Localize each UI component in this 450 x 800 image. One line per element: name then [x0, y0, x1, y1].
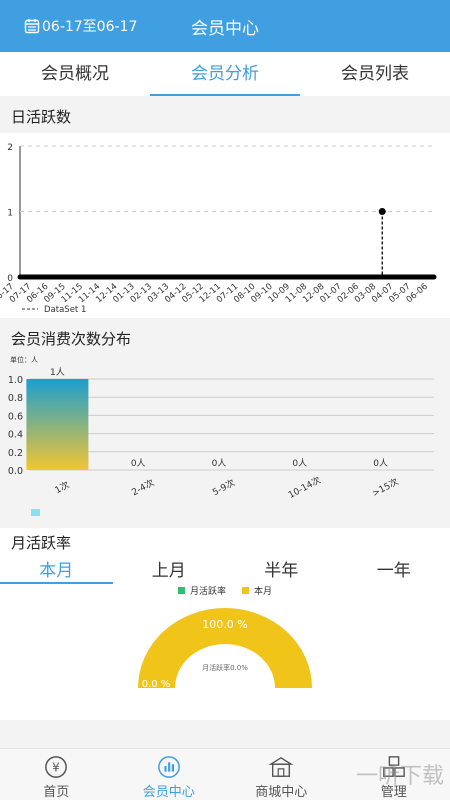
period-tab-last-month[interactable]: 上月: [113, 560, 226, 584]
nav-label-home: 首页: [43, 785, 70, 800]
header-bar: 06-17至06-17 会员中心: [0, 0, 450, 52]
bar-chart-x-tick-label: 1次: [53, 479, 72, 497]
tab-member-list[interactable]: 会员列表: [300, 52, 450, 96]
bar-chart-unit-label: 单位：人: [10, 355, 38, 364]
bar-chart-y-tick-label: 0.2: [8, 448, 23, 459]
period-tab-this-month[interactable]: 本月: [0, 560, 113, 584]
gauge-value-left: 0.0 %: [142, 679, 171, 690]
bar-chart-y-tick-label: 0.0: [8, 466, 23, 477]
chart-icon: [157, 756, 180, 778]
tab-member-analysis[interactable]: 会员分析: [150, 52, 300, 96]
monthly-gauge: 100.0 % 0.0 % 月活跃率0.0%: [138, 608, 312, 690]
daily-active-chart: 01206-1707-1706-1609-1511-1511-1412-1401…: [0, 143, 437, 315]
bar-chart-data-label: 0人: [292, 458, 307, 469]
gauge-value-top: 100.0 %: [202, 618, 247, 631]
period-tabs: 本月 上月 半年 一年: [0, 560, 450, 584]
line-chart-y-tick-label: 1: [7, 209, 13, 219]
monthly-legend: 月活跃率 本月: [0, 583, 450, 597]
bar-chart-legend-swatch: [31, 509, 40, 516]
period-tab-one-year[interactable]: 一年: [338, 560, 450, 584]
daily-active-title: 日活跃数: [11, 108, 72, 126]
legend-item-this-month: 本月: [242, 584, 272, 597]
consumption-chart-wrap: 单位：人 0.0 0.2 0.4 0.6 0.8 1.0 1人 1次 0人 2-4次 0人 5-9次 0人…: [0, 350, 450, 525]
bar-chart-data-label: 0人: [212, 458, 227, 469]
line-chart-point: [378, 208, 386, 215]
legend-swatch-yellow: [242, 586, 249, 594]
monthly-active-title: 月活跃率: [11, 534, 72, 552]
consumption-title: 会员消费次数分布: [11, 330, 132, 348]
bar-chart-y-tick-label: 0.6: [8, 411, 23, 422]
main-tabs: 会员概况 会员分析 会员列表: [0, 52, 450, 96]
legend-swatch-green: [177, 586, 185, 594]
gauge-center-label: 月活跃率0.0%: [202, 663, 248, 672]
consumption-chart: 单位：人 0.0 0.2 0.4 0.6 0.8 1.0 1人 1次 0人 2-4次 0人 5-9次 0人…: [8, 355, 434, 516]
bar-chart-data-label: 0人: [131, 458, 146, 469]
bar-chart-data-label: 0人: [373, 458, 388, 469]
bar-chart-data-label: 1人: [50, 367, 65, 378]
nav-item-home[interactable]: ¥ 首页: [0, 749, 113, 800]
daily-active-card: 0 1 2 06-17 07-17 06-16 09-15 11-15 11-14 12-14 01…: [0, 133, 450, 318]
svg-text:¥: ¥: [52, 761, 60, 775]
period-tab-half-year[interactable]: 半年: [225, 560, 338, 584]
bar-chart-x-tick-label: >15次: [370, 475, 400, 499]
bar-chart-bar: [26, 379, 89, 470]
bar-chart-x-tick-label: 10-14次: [286, 474, 323, 501]
tab-member-overview[interactable]: 会员概况: [0, 52, 150, 96]
watermark: 一听下载: [355, 764, 444, 789]
nav-label-member-center: 会员中心: [142, 785, 195, 800]
yuan-icon: ¥: [45, 756, 68, 778]
legend-label-monthly-rate: 月活跃率: [189, 586, 226, 597]
bar-chart-y-tick-label: 1.0: [8, 375, 23, 386]
bar-chart-x-tick-label: 5-9次: [210, 476, 237, 498]
bar-chart-x-tick-label: 2-4次: [130, 476, 157, 498]
legend-label-this-month: 本月: [254, 586, 273, 597]
bar-chart-y-tick-label: 0.4: [8, 430, 23, 441]
page-title: 会员中心: [191, 19, 259, 39]
page: 06-17至06-17 会员中心 会员概况 会员分析 会员列表 日活跃数 012…: [0, 0, 450, 800]
legend-item-monthly-rate: 月活跃率: [177, 584, 226, 597]
line-chart-y-tick-label: 2: [7, 143, 13, 153]
nav-item-member-center[interactable]: 会员中心: [113, 749, 226, 800]
bar-chart-y-tick-label: 0.8: [8, 393, 23, 404]
line-chart-legend-label: DataSet 1: [44, 305, 86, 315]
